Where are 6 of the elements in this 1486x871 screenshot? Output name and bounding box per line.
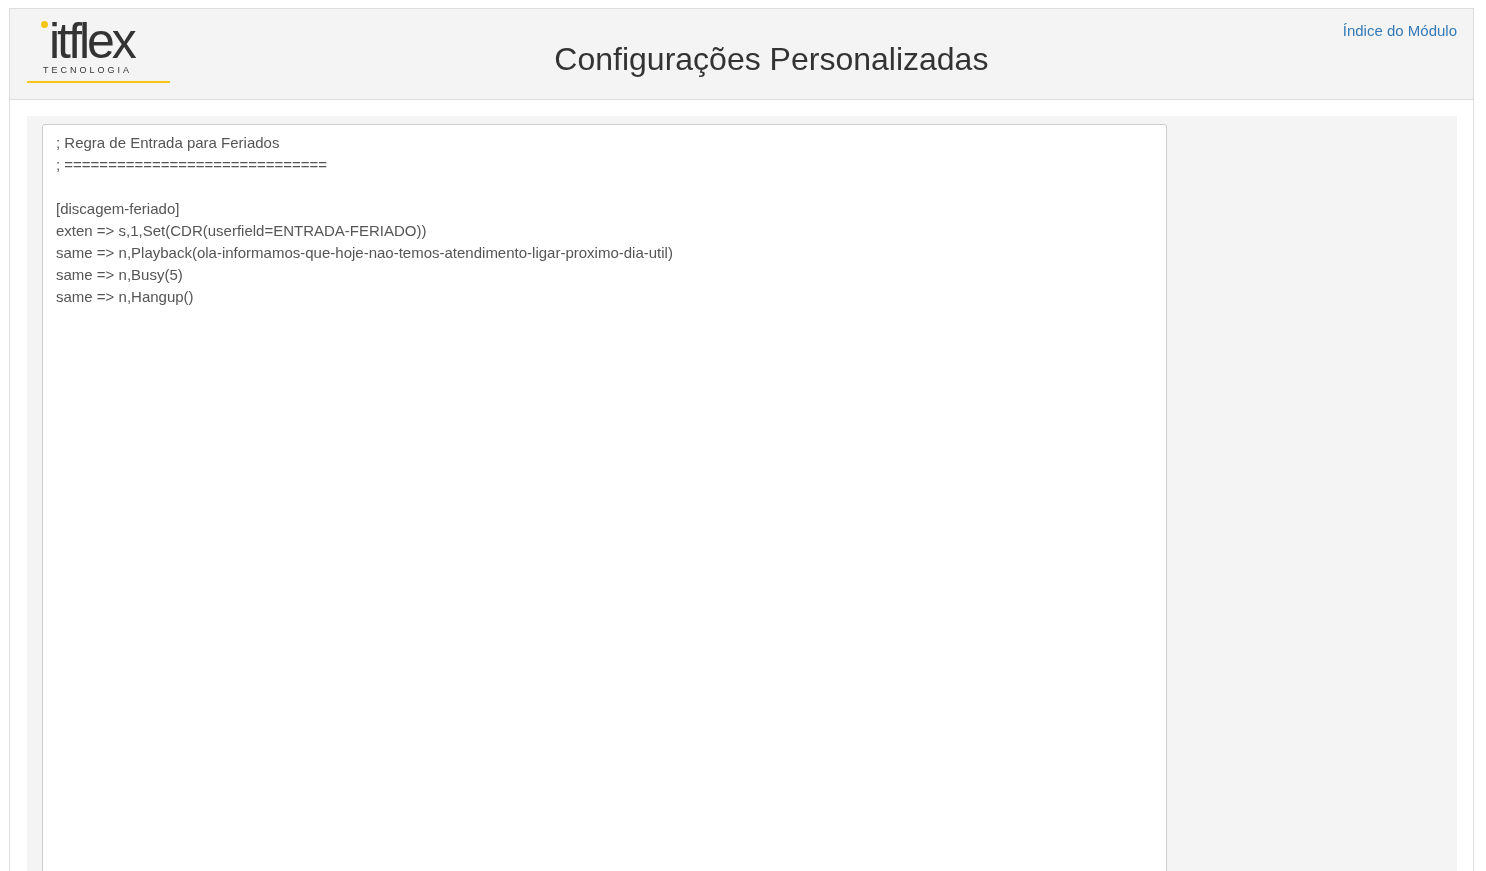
- code-editor-field[interactable]: ; Regra de Entrada para Feriados ; ============================== [discagem-feriado] exten => s,1,Set(CDR(userfield=ENTRADA-FERIADO)) same => n,Playback(ola-informamos-que-hoje-nao-temos-atendimento-ligar-proximo-dia-util) same => n,Busy(5) same => n,Hangup(): [42, 124, 1167, 871]
- page-title: Configurações Personalizadas: [553, 41, 990, 78]
- logo-name: itflex: [49, 19, 134, 63]
- logo-dot-icon: [41, 21, 48, 28]
- logo-tagline: TECNOLOGIA: [43, 65, 132, 75]
- module-index-link[interactable]: Índice do Módulo: [1342, 22, 1457, 39]
